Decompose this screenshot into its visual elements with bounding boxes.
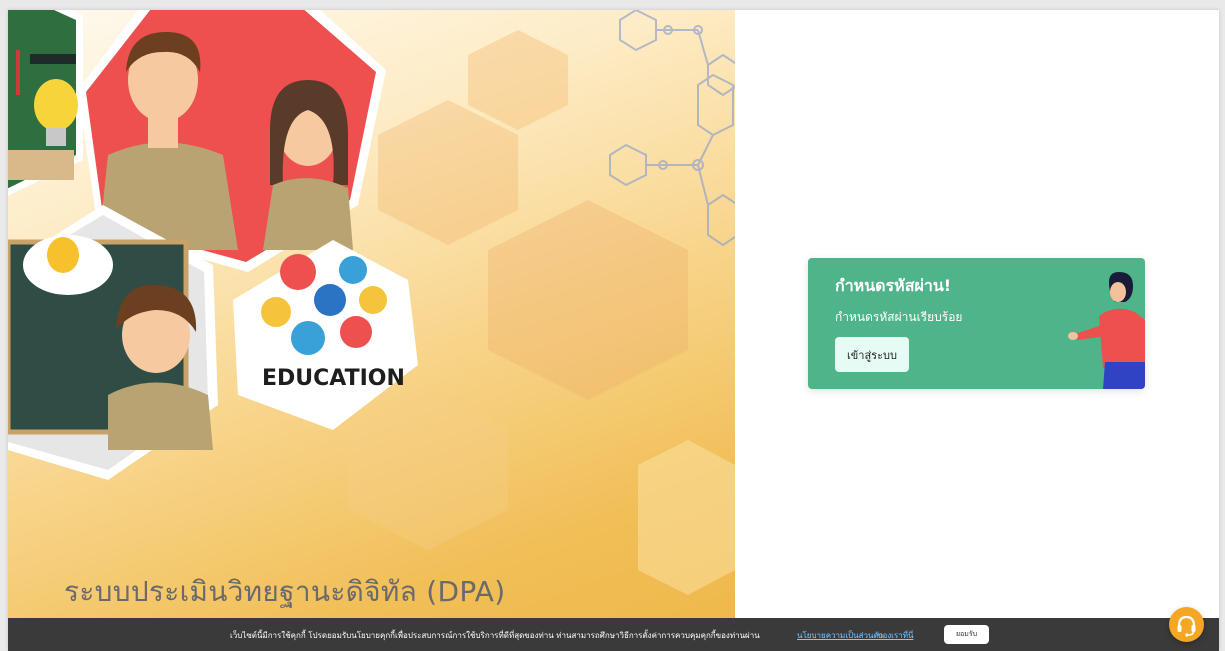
hero-illustration: EDUCATION xyxy=(8,10,735,595)
headset-icon xyxy=(1177,615,1196,637)
accept-cookies-button[interactable]: ยอมรับ xyxy=(944,625,989,644)
cookie-message: เว็บไซต์นี้มีการใช้คุกกี้ โปรดยอมรับนโยบ… xyxy=(230,631,760,640)
page-title: ระบบประเมินวิทยฐานะดิจิทัล (DPA) xyxy=(64,575,506,608)
presenter-illustration xyxy=(1068,272,1145,389)
password-set-card: กำหนดรหัสผ่าน! กำหนดรหัสผ่านเรียบร้อย เข… xyxy=(808,258,1145,389)
cookie-consent-bar: เว็บไซต์นี้มีการใช้คุกกี้ โปรดยอมรับนโยบ… xyxy=(8,618,1219,651)
card-message: กำหนดรหัสผ่านเรียบร้อย xyxy=(835,310,963,324)
education-badge-label: EDUCATION xyxy=(262,366,405,391)
here-link[interactable]: ของเราที่นี่ xyxy=(877,629,913,642)
page-frame: EDUCATION ระบบประเมินวิทยฐานะดิจิทัล (DP… xyxy=(8,10,1219,651)
privacy-policy-link[interactable]: นโยบายความเป็นส่วนตัว xyxy=(797,629,883,642)
support-button[interactable] xyxy=(1169,607,1204,642)
hero-banner: EDUCATION ระบบประเมินวิทยฐานะดิจิทัล (DP… xyxy=(8,10,735,651)
login-button[interactable]: เข้าสู่ระบบ xyxy=(835,337,909,372)
card-title: กำหนดรหัสผ่าน! xyxy=(835,276,952,295)
